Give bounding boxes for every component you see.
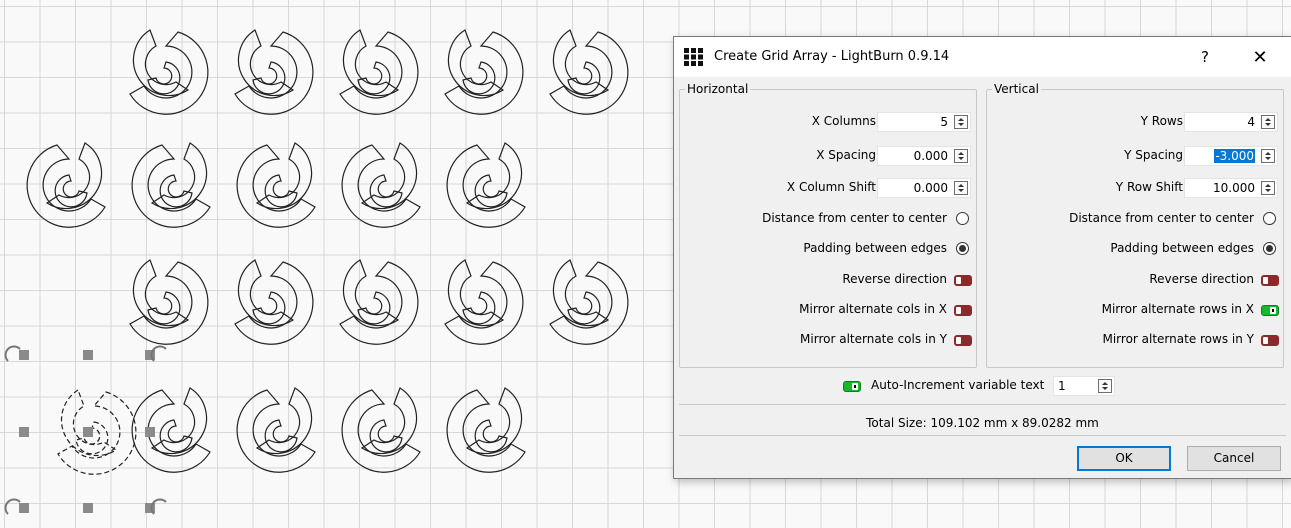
c-swirl-shape[interactable] — [236, 387, 316, 473]
c-swirl-shape[interactable] — [444, 29, 524, 115]
x-column-shift-value: 0.000 — [913, 181, 948, 195]
rotate-handle-icon[interactable] — [4, 498, 21, 515]
h-padding-label: Padding between edges — [803, 241, 947, 255]
x-columns-spinbox[interactable]: 5 — [877, 112, 971, 132]
selection-handle[interactable] — [83, 503, 93, 513]
close-button[interactable]: ✕ — [1237, 37, 1283, 77]
auto-increment-spinbox[interactable]: 1 — [1053, 376, 1115, 396]
auto-increment-value: 1 — [1058, 379, 1066, 393]
ok-button[interactable]: OK — [1077, 446, 1171, 471]
c-swirl-shape[interactable] — [549, 29, 629, 115]
y-rows-label: Y Rows — [1140, 114, 1183, 128]
horizontal-group: Horizontal X Columns 5 X Spacing 0.000 X… — [679, 82, 977, 368]
y-row-shift-label: Y Row Shift — [1115, 180, 1183, 194]
y-spacing-value: -3.000 — [1214, 149, 1255, 163]
y-spacing-spinbox[interactable]: -3.000 — [1184, 146, 1278, 166]
selection-handle[interactable] — [19, 350, 29, 360]
title-bar[interactable]: Create Grid Array - LightBurn 0.9.14 ? ✕ — [674, 37, 1291, 77]
y-row-shift-stepper-icon[interactable] — [1261, 181, 1275, 195]
dialog-title: Create Grid Array - LightBurn 0.9.14 — [714, 49, 950, 64]
mirror-rows-x-label: Mirror alternate rows in X — [1101, 302, 1254, 316]
h-center-to-center-label: Distance from center to center — [762, 211, 947, 225]
c-swirl-shape[interactable] — [26, 142, 106, 228]
v-center-to-center-radio[interactable] — [1263, 212, 1276, 225]
v-reverse-label: Reverse direction — [1149, 272, 1254, 286]
separator — [679, 435, 1286, 436]
x-column-shift-label: X Column Shift — [786, 180, 876, 194]
c-swirl-shape[interactable] — [234, 259, 314, 345]
h-reverse-label: Reverse direction — [842, 272, 947, 286]
rotate-handle-icon[interactable] — [4, 345, 21, 362]
y-rows-stepper-icon[interactable] — [1261, 115, 1275, 129]
x-columns-value: 5 — [940, 115, 948, 129]
auto-increment-label: Auto-Increment variable text — [871, 378, 1045, 392]
v-padding-radio[interactable] — [1263, 242, 1276, 255]
c-swirl-shape[interactable] — [339, 259, 419, 345]
selection-handle[interactable] — [145, 503, 155, 513]
auto-increment-stepper-icon[interactable] — [1098, 379, 1112, 393]
y-spacing-label: Y Spacing — [1124, 148, 1183, 162]
v-reverse-toggle[interactable] — [1261, 275, 1279, 286]
mirror-rows-x-toggle[interactable] — [1261, 305, 1279, 316]
x-spacing-label: X Spacing — [816, 148, 876, 162]
cancel-button[interactable]: Cancel — [1187, 446, 1281, 471]
mirror-cols-y-toggle[interactable] — [954, 335, 972, 346]
x-spacing-spinbox[interactable]: 0.000 — [877, 146, 971, 166]
y-row-shift-value: 10.000 — [1213, 181, 1255, 195]
help-button[interactable]: ? — [1182, 37, 1228, 77]
horizontal-group-title: Horizontal — [685, 82, 751, 96]
h-padding-radio[interactable] — [956, 242, 969, 255]
y-rows-spinbox[interactable]: 4 — [1184, 112, 1278, 132]
c-swirl-shape[interactable] — [129, 259, 209, 345]
selection-handle[interactable] — [19, 503, 29, 513]
mirror-cols-x-label: Mirror alternate cols in X — [799, 302, 947, 316]
selection-handle[interactable] — [145, 350, 155, 360]
c-swirl-shape[interactable] — [129, 29, 209, 115]
separator — [679, 404, 1286, 405]
mirror-rows-y-toggle[interactable] — [1261, 335, 1279, 346]
vertical-group: Vertical Y Rows 4 Y Spacing -3.000 Y Row… — [986, 82, 1284, 368]
v-padding-label: Padding between edges — [1110, 241, 1254, 255]
c-swirl-shape[interactable] — [341, 142, 421, 228]
c-swirl-shape[interactable] — [131, 387, 211, 473]
c-swirl-shape[interactable] — [446, 387, 526, 473]
x-column-shift-stepper-icon[interactable] — [954, 181, 968, 195]
x-spacing-value: 0.000 — [913, 149, 948, 163]
y-spacing-stepper-icon[interactable] — [1261, 149, 1275, 163]
c-swirl-shape[interactable] — [339, 29, 419, 115]
c-swirl-shape[interactable] — [57, 389, 137, 475]
h-center-to-center-radio[interactable] — [956, 212, 969, 225]
c-swirl-shape[interactable] — [341, 387, 421, 473]
x-spacing-stepper-icon[interactable] — [954, 149, 968, 163]
y-rows-value: 4 — [1247, 115, 1255, 129]
mirror-rows-y-label: Mirror alternate rows in Y — [1102, 332, 1254, 346]
y-row-shift-spinbox[interactable]: 10.000 — [1184, 178, 1278, 198]
vertical-group-title: Vertical — [992, 82, 1041, 96]
selection-handle[interactable] — [19, 427, 29, 437]
c-swirl-shape[interactable] — [446, 142, 526, 228]
total-size-text: Total Size: 109.102 mm x 89.0282 mm — [866, 416, 1099, 430]
create-grid-array-dialog: Create Grid Array - LightBurn 0.9.14 ? ✕… — [673, 36, 1291, 479]
c-swirl-shape[interactable] — [131, 142, 211, 228]
mirror-cols-y-label: Mirror alternate cols in Y — [800, 332, 947, 346]
c-swirl-shape[interactable] — [444, 259, 524, 345]
x-column-shift-spinbox[interactable]: 0.000 — [877, 178, 971, 198]
c-swirl-shape[interactable] — [236, 142, 316, 228]
x-columns-stepper-icon[interactable] — [954, 115, 968, 129]
c-swirl-shape[interactable] — [234, 29, 314, 115]
mirror-cols-x-toggle[interactable] — [954, 305, 972, 316]
x-columns-label: X Columns — [811, 114, 876, 128]
selection-handle[interactable] — [145, 427, 155, 437]
c-swirl-shape[interactable] — [549, 259, 629, 345]
v-center-to-center-label: Distance from center to center — [1069, 211, 1254, 225]
h-reverse-toggle[interactable] — [954, 275, 972, 286]
auto-increment-toggle[interactable] — [843, 381, 861, 392]
selection-handle[interactable] — [83, 427, 93, 437]
selection-handle[interactable] — [83, 350, 93, 360]
grid-app-icon — [684, 48, 703, 66]
